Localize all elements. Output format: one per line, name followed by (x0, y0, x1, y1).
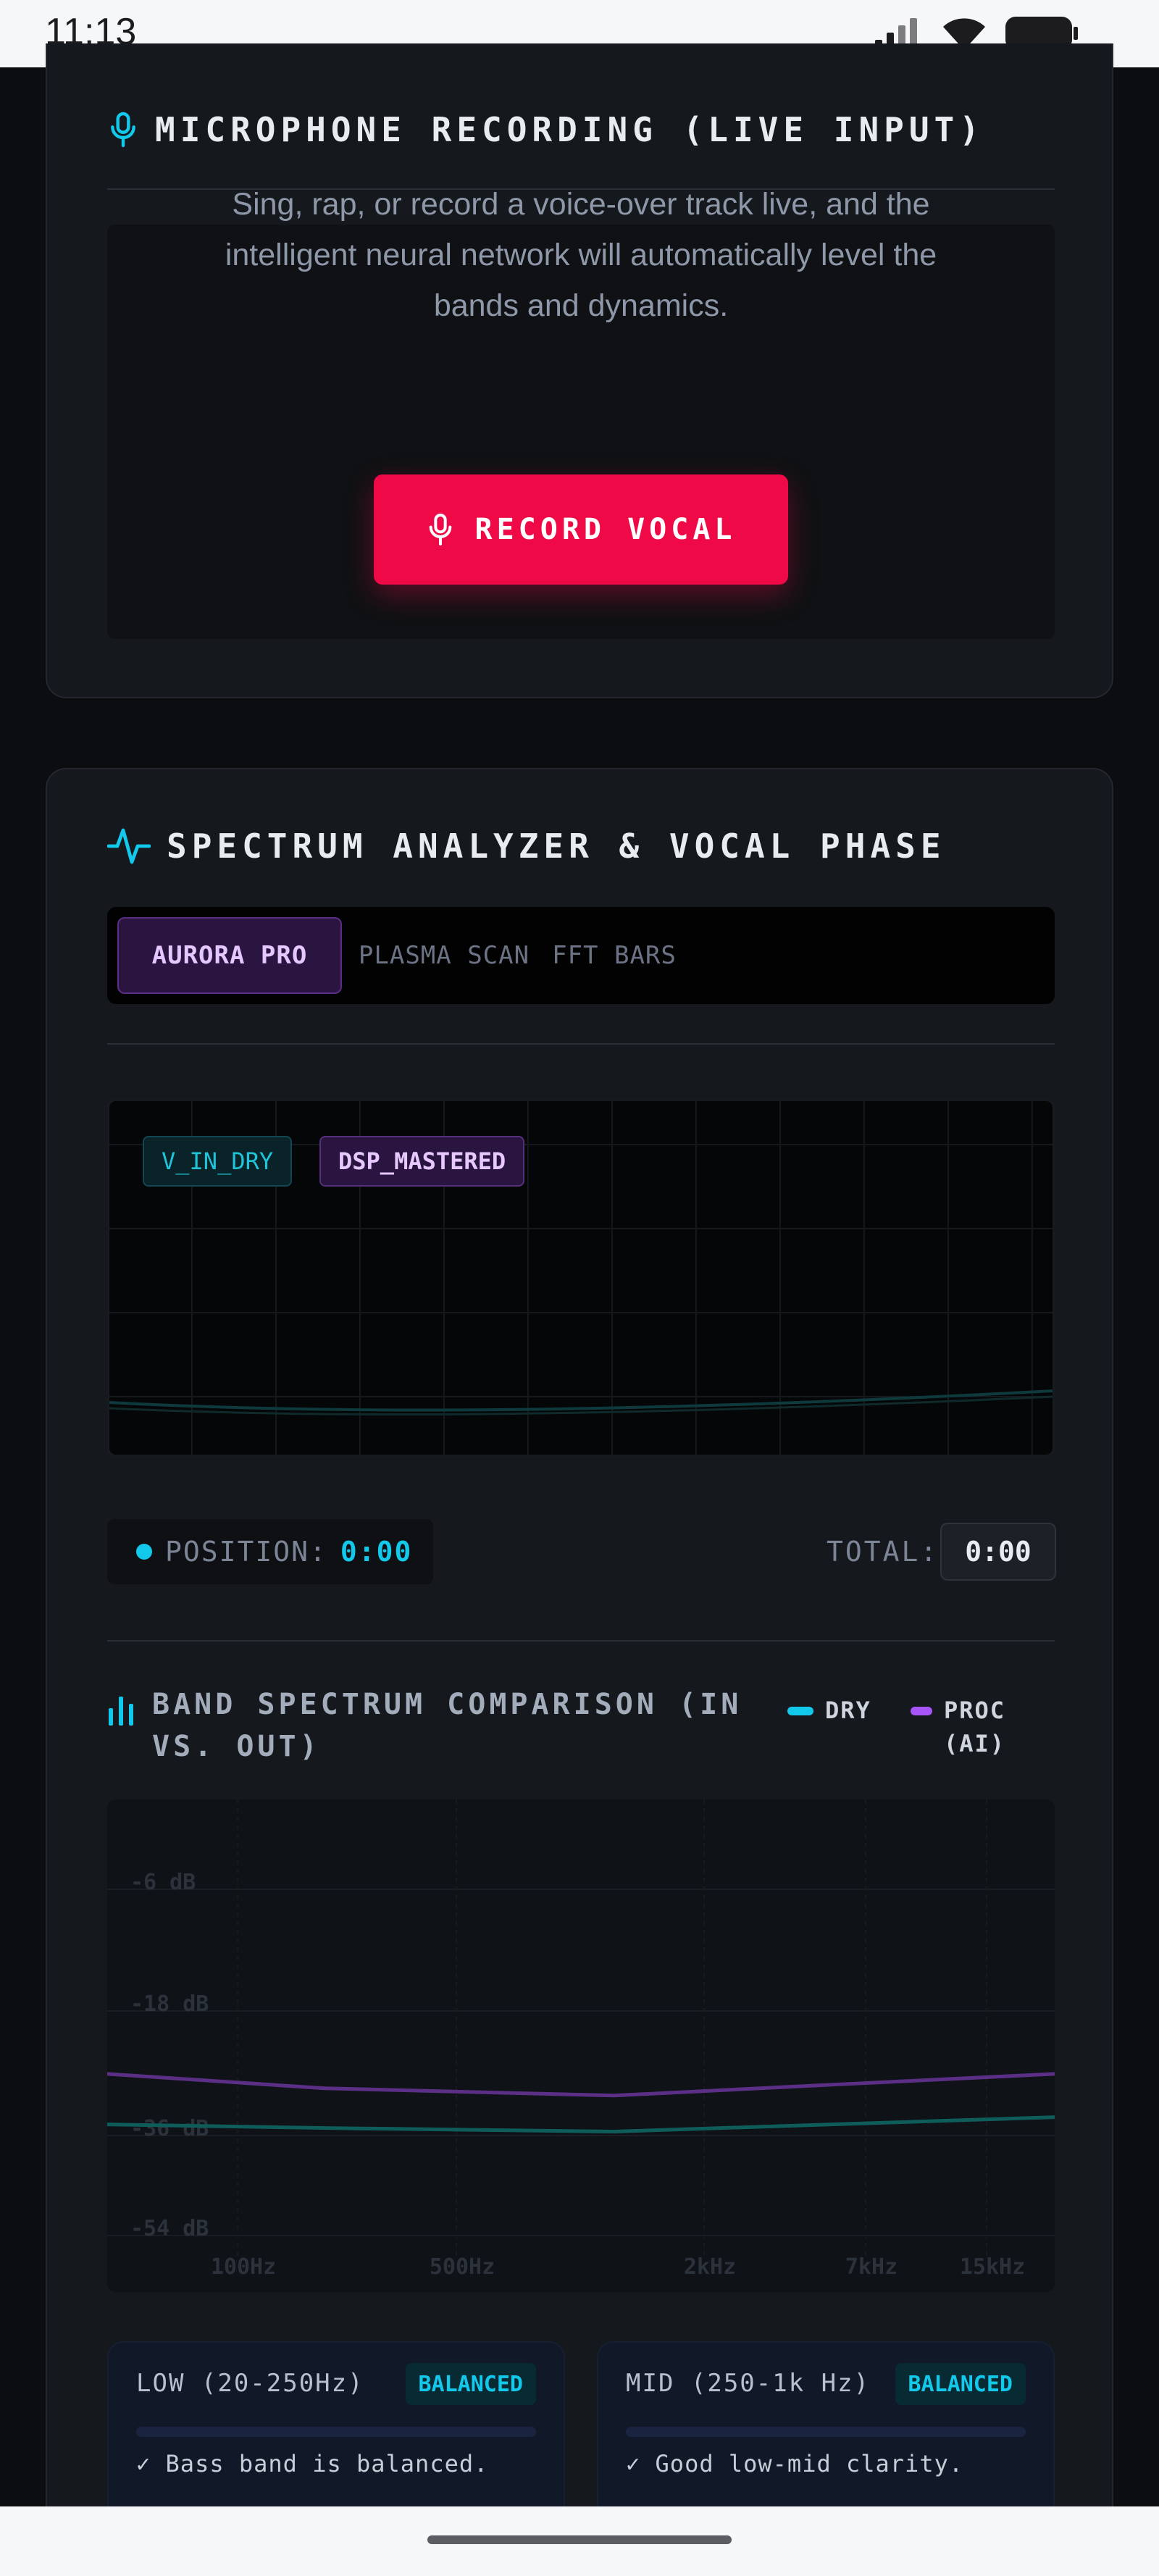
spectrum-visualizer: V_IN_DRY DSP_MASTERED (107, 1099, 1055, 1457)
band-card-low-bar (136, 2427, 536, 2437)
legend-dry: DRY (787, 1694, 871, 1727)
mic-description: Sing, rap, or record a voice-over track … (225, 187, 937, 323)
total-label: TOTAL: (827, 1536, 940, 1568)
band-card-mid-label: MID (250-1k Hz) (626, 2369, 871, 2398)
band-card-low-badge: BALANCED (405, 2363, 536, 2405)
record-vocal-label: RECORD VOCAL (474, 513, 737, 546)
legend-proc: PROC (AI) (911, 1694, 1041, 1760)
x-tick-label: 2kHz (684, 2254, 736, 2280)
record-vocal-button[interactable]: RECORD VOCAL (374, 474, 788, 585)
tab-fft-bars[interactable]: FFT BARS (542, 917, 687, 994)
legend-dry-swatch (787, 1707, 813, 1715)
total-value: 0:00 (940, 1523, 1056, 1581)
x-tick-label: 7kHz (845, 2254, 898, 2280)
home-indicator[interactable] (427, 2535, 732, 2544)
series-line-dry (107, 2115, 1055, 2134)
chip-v-in-dry: V_IN_DRY (143, 1136, 293, 1187)
mic-info-box: Sing, rap, or record a voice-over track … (107, 187, 1055, 639)
mic-section-header: MICROPHONE RECORDING (LIVE INPUT) (107, 110, 984, 149)
y-tick-label: -6 dB (130, 1870, 196, 1895)
band-chart-svg: -6 dB -18 dB -36 dB -54 dB100Hz 500Hz 2kHz 7kH… (107, 1799, 1055, 2280)
x-tick-label: 500Hz (430, 2254, 495, 2280)
band-card-low-label: LOW (20-250Hz) (136, 2369, 364, 2398)
band-card-mid-badge: BALANCED (895, 2363, 1026, 2405)
tab-aurora-pro[interactable]: AURORA PRO (117, 917, 342, 994)
microphone-icon (111, 112, 135, 148)
visualizer-tabs: AURORA PRO PLASMA SCAN FFT BARS (107, 907, 1055, 1004)
tabs-divider (107, 1043, 1055, 1045)
position-value: 0:00 (340, 1536, 413, 1568)
position-divider (107, 1640, 1055, 1642)
position-label: POSITION: (165, 1536, 327, 1568)
band-card-mid-note: ✓ Good low-mid clarity. (626, 2450, 964, 2477)
band-comparison-title: BAND SPECTRUM COMPARISON (IN VS. OUT) (152, 1688, 742, 1763)
position-dot (136, 1544, 152, 1560)
pulse-icon (107, 828, 151, 864)
legend-proc-label: PROC (AI) (944, 1697, 1006, 1757)
series-line-proc-ai (107, 2072, 1055, 2098)
mic-section-title: MICROPHONE RECORDING (LIVE INPUT) (155, 110, 984, 149)
x-tick-label: 15kHz (960, 2254, 1025, 2280)
legend-dry-label: DRY (825, 1697, 871, 1724)
tab-plasma-scan[interactable]: PLASMA SCAN (353, 917, 535, 994)
band-card-low-note: ✓ Bass band is balanced. (136, 2450, 489, 2477)
y-tick-label: -18 dB (130, 1991, 209, 2017)
chip-dsp-mastered: DSP_MASTERED (319, 1136, 525, 1187)
spectrum-section-header: SPECTRUM ANALYZER & VOCAL PHASE (107, 826, 946, 866)
position-readout: POSITION: 0:00 (107, 1519, 433, 1584)
legend-proc-swatch (911, 1707, 932, 1715)
x-tick-label: 100Hz (211, 2254, 276, 2280)
band-comparison-header: BAND SPECTRUM COMPARISON (IN VS. OUT) (107, 1684, 832, 1768)
navigation-bar (0, 2506, 1159, 2576)
band-spectrum-chart: -6 dB -18 dB -36 dB -54 dB 100Hz 500Hz 2kHz 7kH… (107, 1799, 1055, 2292)
y-tick-label: -54 dB (130, 2216, 209, 2241)
band-card-mid-bar (626, 2427, 1026, 2437)
y-tick-label: -36 dB (130, 2116, 209, 2141)
spectrum-section-title: SPECTRUM ANALYZER & VOCAL PHASE (167, 827, 946, 866)
spectrum-analyzer-card: SPECTRUM ANALYZER & VOCAL PHASE AURORA P… (46, 768, 1113, 2576)
bar-chart-icon (109, 1697, 133, 1726)
microphone-icon (429, 514, 451, 545)
mic-recording-card: MICROPHONE RECORDING (LIVE INPUT) Sing, … (46, 43, 1113, 698)
